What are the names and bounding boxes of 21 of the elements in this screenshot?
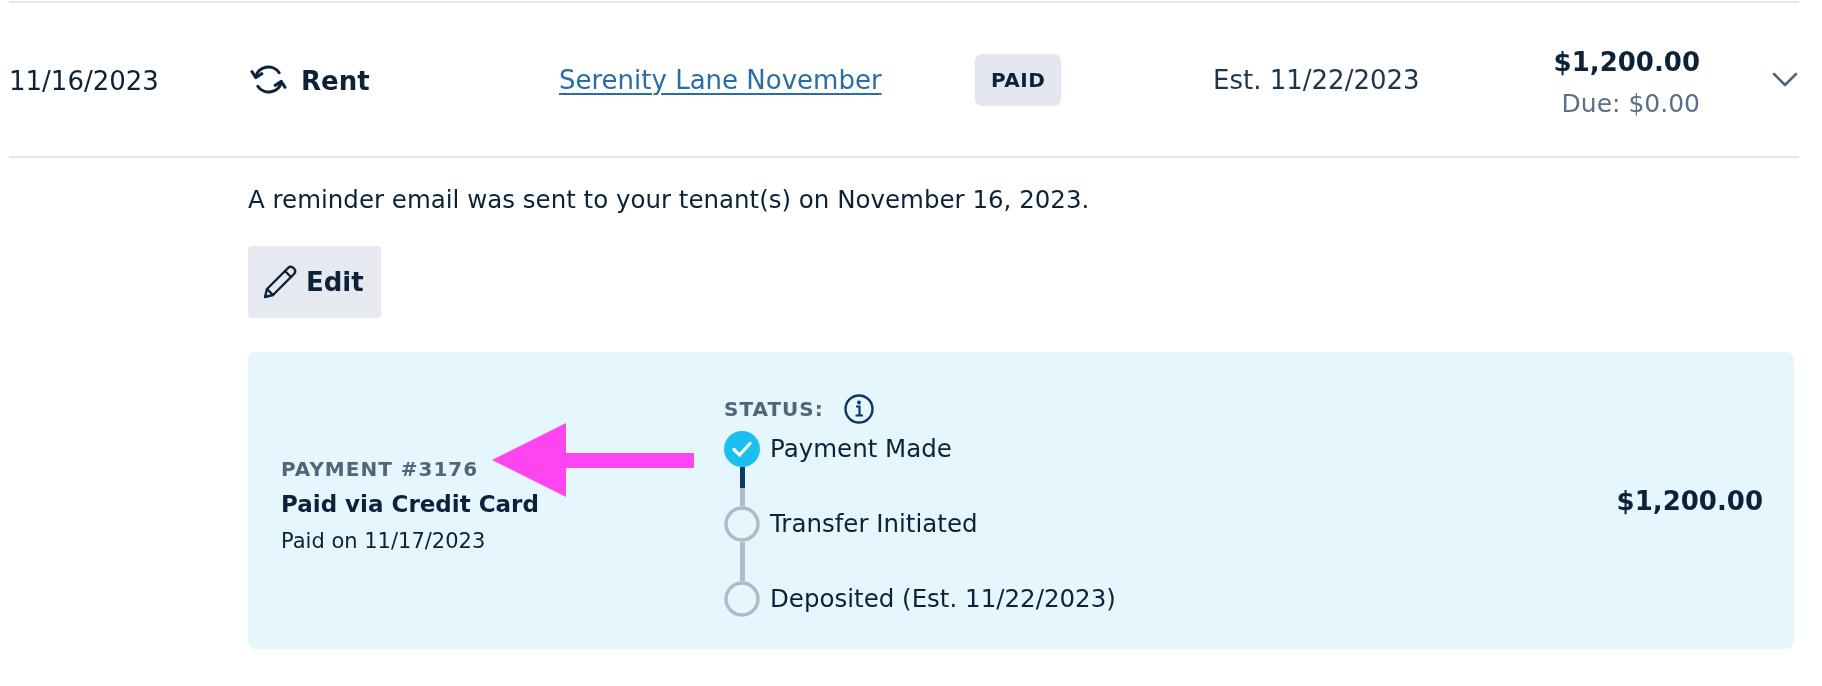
amount-due: Due: $0.00 xyxy=(1561,89,1700,118)
payment-date: Paid on 11/17/2023 xyxy=(281,528,486,553)
step-label: Transfer Initiated xyxy=(770,509,978,538)
step-label: Deposited (Est. 11/22/2023) xyxy=(770,584,1116,613)
status-label: STATUS: xyxy=(724,396,824,421)
payment-number: PAYMENT #3176 xyxy=(281,456,479,481)
description-link[interactable]: Serenity Lane November xyxy=(559,64,882,95)
reminder-text: A reminder email was sent to your tenant(s) on November 16, 2023. xyxy=(248,184,1090,216)
circular-arrows-icon xyxy=(250,64,287,95)
amount: $1,200.00 xyxy=(1553,47,1700,77)
step-label: Payment Made xyxy=(770,434,952,463)
edit-button[interactable]: Edit xyxy=(248,246,381,318)
payment-amount: $1,200.00 xyxy=(1616,485,1763,516)
info-icon[interactable] xyxy=(843,393,874,424)
chevron-icon[interactable] xyxy=(1772,71,1798,88)
category-label: Rent xyxy=(301,66,370,96)
estimated-date: Est. 11/22/2023 xyxy=(1213,64,1420,95)
pencil-icon xyxy=(262,264,298,300)
payment-method: Paid via Credit Card xyxy=(281,490,539,517)
transaction-date: 11/16/2023 xyxy=(9,66,160,96)
status-badge: PAID xyxy=(975,53,1062,106)
